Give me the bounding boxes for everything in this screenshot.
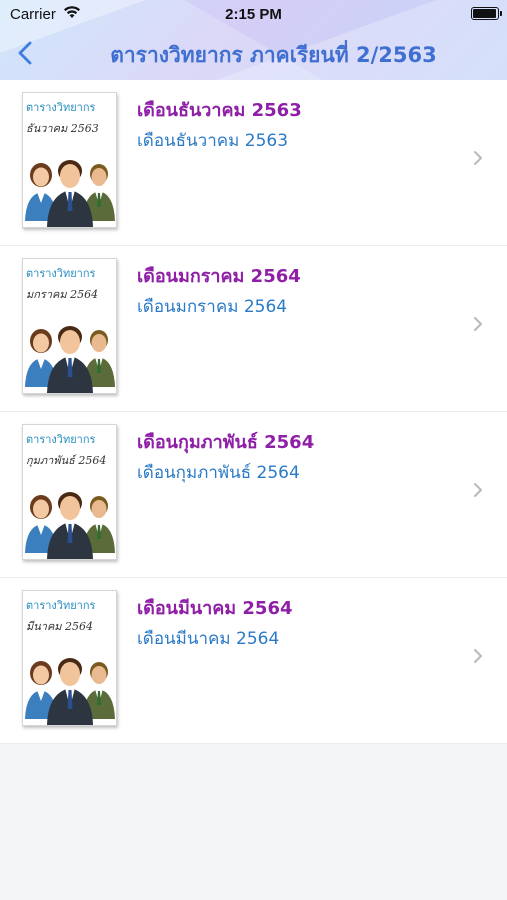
chevron-right-icon <box>474 483 482 497</box>
item-subtitle: เดือนกุมภาพันธ์ 2564 <box>137 463 300 483</box>
item-title: เดือนมกราคม 2564 <box>137 266 301 287</box>
item-subtitle: เดือนมกราคม 2564 <box>137 297 288 317</box>
header-background: Carrier 2:15 PM ตารางวิทยากร ภาคเรียนที่… <box>0 0 507 80</box>
list-item[interactable]: ตารางวิทยากร ธันวาคม 2563 เดือนธันวาคม 2… <box>0 80 507 246</box>
people-icon <box>25 326 115 393</box>
thumbnail-caption: ตารางวิทยากร <box>26 101 96 114</box>
navigation-bar: ตารางวิทยากร ภาคเรียนที่ 2/2563 <box>0 30 507 76</box>
thumbnail-month: ธันวาคม 2563 <box>26 122 99 135</box>
thumbnail-month: กุมภาพันธ์ 2564 <box>26 454 107 467</box>
people-icon <box>25 160 115 227</box>
item-subtitle: เดือนธันวาคม 2563 <box>137 131 289 151</box>
chevron-left-icon <box>18 41 32 65</box>
battery-icon <box>471 7 502 20</box>
thumbnail-caption: ตารางวิทยากร <box>26 599 96 612</box>
item-thumbnail: ตารางวิทยากร กุมภาพันธ์ 2564 <box>22 424 117 560</box>
thumbnail-caption: ตารางวิทยากร <box>26 433 96 446</box>
item-title: เดือนธันวาคม 2563 <box>137 100 302 121</box>
chevron-right-icon <box>474 317 482 331</box>
schedule-list: ตารางวิทยากร ธันวาคม 2563 เดือนธันวาคม 2… <box>0 80 507 744</box>
status-bar: Carrier 2:15 PM <box>0 0 507 30</box>
item-title: เดือนกุมภาพันธ์ 2564 <box>137 432 315 453</box>
chevron-right-icon <box>474 649 482 663</box>
item-subtitle: เดือนมีนาคม 2564 <box>137 629 280 649</box>
people-icon <box>25 492 115 559</box>
thumbnail-caption: ตารางวิทยากร <box>26 267 96 280</box>
battery-fill <box>473 9 496 18</box>
page-title: ตารางวิทยากร ภาคเรียนที่ 2/2563 <box>110 43 437 67</box>
chevron-right-icon <box>474 151 482 165</box>
thumbnail-month: มกราคม 2564 <box>26 288 99 301</box>
item-title: เดือนมีนาคม 2564 <box>137 598 293 619</box>
item-thumbnail: ตารางวิทยากร ธันวาคม 2563 <box>22 92 117 228</box>
list-item[interactable]: ตารางวิทยากร มีนาคม 2564 เดือนมีนาคม 256… <box>0 578 507 744</box>
people-icon <box>25 658 115 725</box>
list-item[interactable]: ตารางวิทยากร มกราคม 2564 เดือนมกราคม 256… <box>0 246 507 412</box>
status-time: 2:15 PM <box>225 6 282 23</box>
item-thumbnail: ตารางวิทยากร มีนาคม 2564 <box>22 590 117 726</box>
thumbnail-month: มีนาคม 2564 <box>26 620 94 633</box>
list-item[interactable]: ตารางวิทยากร กุมภาพันธ์ 2564 เดือนกุมภาพ… <box>0 412 507 578</box>
back-button[interactable] <box>8 36 42 70</box>
item-thumbnail: ตารางวิทยากร มกราคม 2564 <box>22 258 117 394</box>
